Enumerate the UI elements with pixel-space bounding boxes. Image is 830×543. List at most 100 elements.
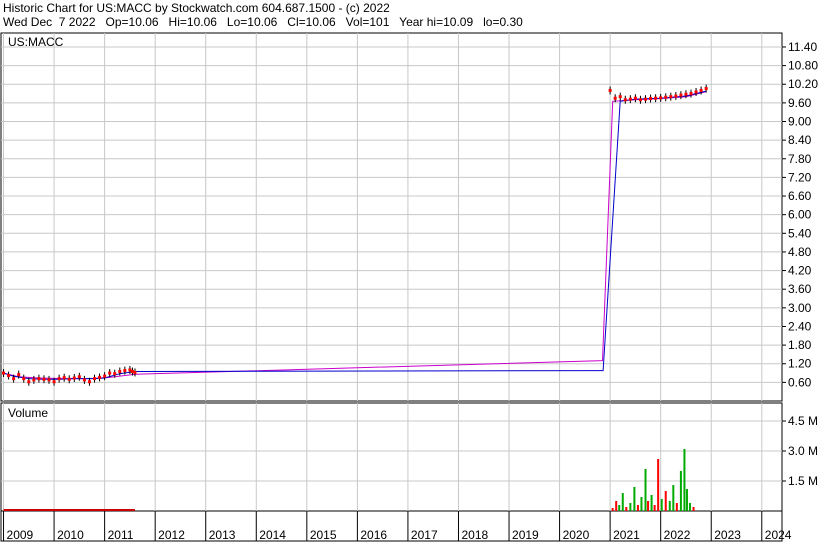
x-tick-label-2014: 2014 — [259, 528, 286, 542]
price-y-label-4.20: 4.20 — [788, 264, 812, 278]
volume-bar-10 — [647, 501, 650, 511]
price-mark-28 — [608, 88, 612, 92]
volume-bar-8 — [640, 497, 643, 511]
price-mark-15 — [77, 375, 81, 379]
price-mark-3 — [17, 373, 21, 377]
price-y-label-4.80: 4.80 — [788, 245, 812, 259]
price-y-label-3.60: 3.60 — [788, 282, 812, 296]
volume-series-label: Volume — [8, 406, 49, 420]
price-y-label-1.80: 1.80 — [788, 338, 812, 352]
volume-bar-18 — [675, 503, 678, 511]
x-tick-label-2019: 2019 — [512, 528, 539, 542]
price-mark-35 — [644, 97, 648, 101]
volume-bar-3 — [621, 493, 624, 511]
price-mark-0 — [2, 371, 6, 375]
volume-y-label-2: 4.5 M — [788, 414, 818, 428]
x-tick-label-2018: 2018 — [461, 528, 488, 542]
price-y-label-3.00: 3.00 — [788, 301, 812, 315]
price-y-label-6.60: 6.60 — [788, 189, 812, 203]
volume-bar-5 — [629, 503, 632, 511]
volume-bar-19 — [679, 471, 682, 511]
price-mark-7 — [37, 377, 41, 381]
price-mark-20 — [103, 374, 107, 378]
price-mark-17 — [87, 380, 91, 384]
price-mark-44 — [689, 92, 693, 96]
volume-bar-4 — [625, 507, 628, 511]
x-tick-label-2010: 2010 — [57, 528, 84, 542]
price-mark-41 — [674, 94, 678, 98]
price-panel-frame — [0, 32, 783, 402]
price-mark-18 — [93, 377, 97, 381]
volume-bar-6 — [633, 487, 636, 511]
volume-bar-22 — [688, 503, 691, 511]
price-mark-11 — [57, 377, 61, 381]
volume-bar-21 — [685, 489, 688, 511]
price-mark-30 — [618, 95, 622, 99]
price-mark-8 — [42, 377, 46, 381]
price-mark-5 — [27, 380, 31, 384]
price-y-label-2.40: 2.40 — [788, 319, 812, 333]
price-mark-16 — [82, 378, 86, 382]
volume-bar-9 — [644, 469, 647, 511]
price-y-label-10.20: 10.20 — [788, 77, 818, 91]
x-tick-label-2015: 2015 — [310, 528, 337, 542]
price-mark-14 — [72, 376, 76, 380]
price-mark-29 — [613, 96, 617, 100]
price-mark-27 — [133, 370, 137, 374]
volume-bar-16 — [668, 501, 671, 511]
price-mark-43 — [684, 92, 688, 96]
volume-bar-12 — [653, 505, 656, 511]
x-tick-label-2024: 2024 — [765, 528, 792, 542]
price-mark-47 — [704, 87, 708, 91]
price-mark-12 — [62, 376, 66, 380]
x-tick-label-2013: 2013 — [209, 528, 236, 542]
price-y-label-11.40: 11.40 — [788, 40, 817, 54]
price-y-label-5.40: 5.40 — [788, 226, 812, 240]
volume-bar-1 — [615, 501, 618, 511]
volume-bar-7 — [636, 505, 639, 511]
price-mark-40 — [669, 95, 673, 99]
x-tick-label-2012: 2012 — [158, 528, 185, 542]
price-mark-23 — [118, 369, 122, 373]
stock-chart: 2009 2010 2011 2012 2013 2014 2015 2016 2017 2018… — [0, 32, 818, 542]
volume-y-label-1: 3.0 M — [788, 444, 818, 458]
price-y-label-0.60: 0.60 — [788, 375, 812, 389]
x-tick-label-2021: 2021 — [613, 528, 640, 542]
price-mark-9 — [47, 378, 51, 382]
price-mark-32 — [628, 97, 632, 101]
price-y-label-10.80: 10.80 — [788, 59, 818, 73]
x-tick-label-2011: 2011 — [108, 528, 134, 542]
price-mark-37 — [654, 96, 658, 100]
volume-bar-13 — [657, 459, 660, 511]
price-series-label: US:MACC — [8, 35, 64, 49]
x-tick-label-2009: 2009 — [7, 528, 34, 542]
price-y-label-9.60: 9.60 — [788, 96, 812, 110]
price-mark-1 — [7, 374, 11, 378]
price-y-label-9.00: 9.00 — [788, 115, 812, 129]
price-mark-21 — [108, 371, 112, 375]
price-mark-10 — [52, 380, 56, 384]
x-tick-label-2023: 2023 — [714, 528, 741, 542]
volume-bar-11 — [650, 495, 653, 511]
price-y-label-7.80: 7.80 — [788, 152, 812, 166]
x-tick-label-2017: 2017 — [411, 528, 438, 542]
price-y-label-6.00: 6.00 — [788, 208, 812, 222]
volume-bar-0 — [611, 508, 614, 511]
volume-bar-20 — [683, 449, 686, 511]
price-mark-31 — [623, 98, 627, 102]
price-mark-6 — [32, 378, 36, 382]
price-y-label-8.40: 8.40 — [788, 133, 812, 147]
price-mark-19 — [98, 375, 102, 379]
volume-bar-17 — [672, 485, 675, 511]
x-tick-label-2020: 2020 — [563, 528, 590, 542]
price-mark-46 — [699, 88, 703, 92]
price-mark-2 — [12, 377, 16, 381]
price-mark-36 — [649, 97, 653, 101]
price-y-label-7.20: 7.20 — [788, 170, 812, 184]
price-mark-13 — [67, 377, 71, 381]
volume-bar-15 — [664, 491, 667, 511]
volume-y-label-0: 1.5 M — [788, 474, 818, 488]
price-mark-33 — [633, 96, 637, 100]
price-mark-4 — [22, 377, 26, 381]
price-y-label-1.20: 1.20 — [788, 357, 812, 371]
